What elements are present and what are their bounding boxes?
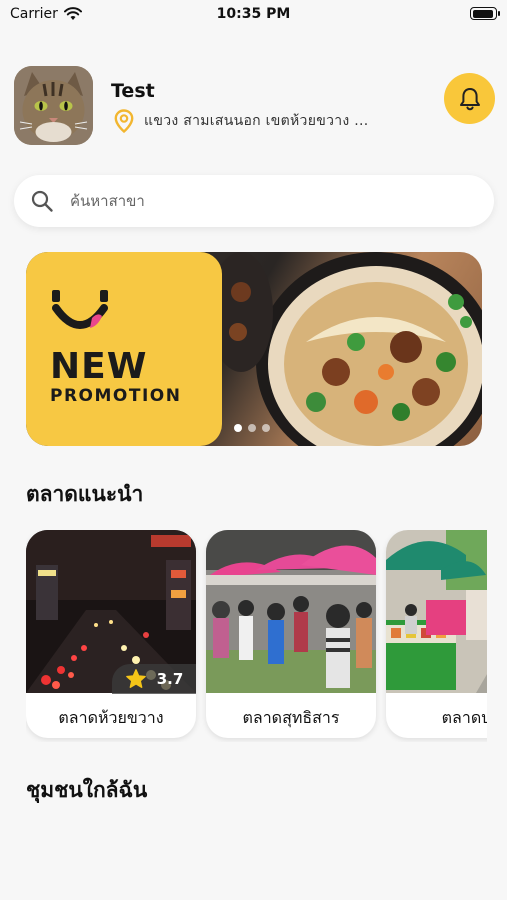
market-card[interactable]: 3.7 ตลาดห้วยขวาง (26, 530, 196, 738)
search-input[interactable] (70, 192, 450, 210)
promotion-subtitle: PROMOTION (50, 386, 182, 406)
location-text: แขวง สามเสนนอก เขตห้วยขวาง ... (144, 113, 369, 129)
search-icon (31, 190, 53, 212)
avatar[interactable] (14, 66, 93, 145)
market-photo (386, 530, 487, 693)
carousel-dot[interactable] (262, 424, 270, 432)
promotion-panel: NEW PROMOTION (26, 252, 222, 446)
location-pin-icon (114, 109, 134, 133)
status-bar: Carrier 10:35 PM (0, 0, 507, 30)
market-carousel[interactable]: 3.7 ตลาดห้วยขวาง ตลาดสุทธิสาร ตลาดบ (26, 530, 487, 742)
section-title-recommended: ตลาดแนะนำ (26, 482, 144, 506)
status-time: 10:35 PM (216, 6, 291, 22)
location-row[interactable]: แขวง สามเสนนอก เขตห้วยขวาง ... (114, 109, 369, 133)
brand-logo-icon (52, 290, 108, 329)
user-name: Test (111, 80, 155, 102)
search-bar[interactable] (14, 175, 494, 227)
market-name: ตลาดห้วยขวาง (58, 708, 164, 727)
battery-icon (470, 7, 500, 20)
star-icon (125, 669, 146, 688)
market-photo (206, 530, 376, 693)
cat-avatar-image (14, 66, 93, 145)
carousel-dots[interactable] (234, 424, 270, 432)
promotion-banner[interactable]: NEW PROMOTION (26, 252, 482, 446)
market-card[interactable]: ตลาดสุทธิสาร (206, 530, 376, 738)
rating-value: 3.7 (156, 670, 184, 688)
notification-button[interactable] (444, 73, 495, 124)
carousel-dot[interactable] (248, 424, 256, 432)
bell-icon (459, 87, 480, 110)
market-name: ตลาดสุทธิสาร (242, 708, 340, 727)
section-title-nearby: ชุมชนใกล้ฉัน (26, 778, 148, 802)
market-card[interactable]: ตลาดบา (386, 530, 487, 738)
market-name: ตลาดบา (441, 708, 487, 727)
carousel-dot[interactable] (234, 424, 242, 432)
promotion-title: NEW (50, 346, 148, 387)
rating-badge: 3.7 (112, 664, 196, 694)
